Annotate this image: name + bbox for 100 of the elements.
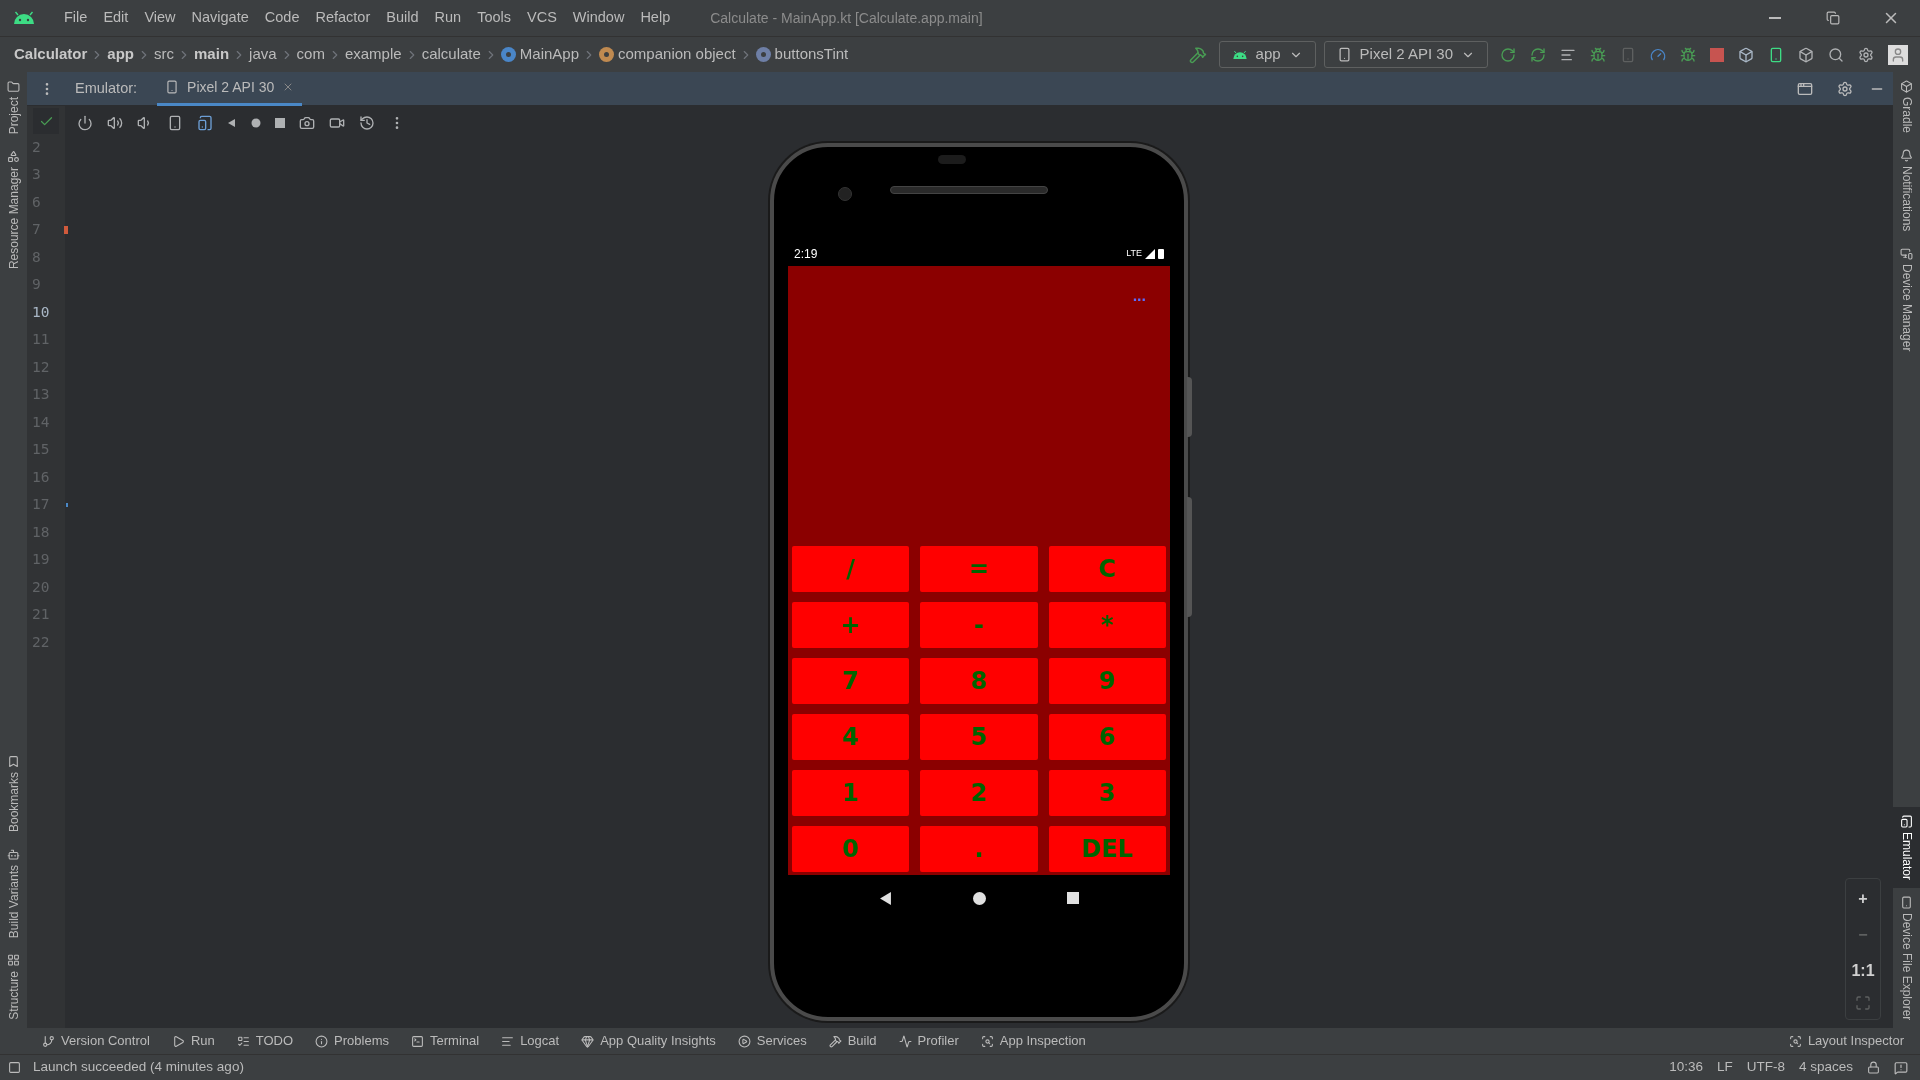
menu-item[interactable]: Help [632,7,679,29]
breadcrumb[interactable]: companion object [599,43,736,66]
status-message: Launch succeeded (4 minutes ago) [33,1058,244,1077]
tool-window-tab[interactable]: Notifications [1893,141,1920,240]
tool-window-tab[interactable]: Device Manager [1893,239,1920,360]
tool-window-button[interactable]: Profiler [898,1031,959,1051]
tool-window-tab[interactable]: Project [0,72,27,143]
devices-icon [1900,247,1913,261]
branch-icon [42,1034,55,1048]
tool-window-tab[interactable]: Gradle [1893,72,1920,142]
breadcrumb[interactable]: app [107,43,135,66]
error-marker [64,226,68,235]
tool-window-button[interactable]: Terminal [411,1031,480,1051]
earpiece-drawing [938,155,966,164]
tool-window-tab[interactable]: Build Variants [0,840,27,947]
search-icon[interactable] [1828,46,1844,63]
tool-window-tab[interactable]: Device File Explorer [1893,887,1920,1028]
home-icon[interactable] [251,118,261,128]
menu-item[interactable]: Edit [95,7,137,29]
menu-item[interactable]: Window [564,7,633,29]
back-icon[interactable] [878,891,892,905]
bug-icon[interactable] [1680,46,1696,63]
menu-item[interactable]: Navigate [183,7,257,29]
rerun-icon[interactable] [1500,46,1516,63]
zoom-button[interactable]: + [1858,887,1868,911]
tool-window-button[interactable]: Build [828,1031,877,1051]
settings-icon[interactable] [1837,80,1853,97]
class-icon [500,47,516,62]
terminal-icon [411,1034,424,1048]
bookmark-icon [7,755,20,769]
menu-item[interactable]: File [56,7,96,29]
tool-window-tab[interactable]: Structure [0,946,27,1028]
breadcrumb[interactable]: calculate [421,43,481,66]
window-title: Calculate - MainApp.kt [Calculate.app.main] [710,8,983,28]
device-icon[interactable] [1768,46,1784,63]
home-icon[interactable] [973,891,986,905]
tool-window-tab[interactable]: Resource Manager [0,142,27,278]
menu-item[interactable]: Code [256,7,308,29]
tool-window-button[interactable]: TODO [236,1031,294,1051]
lines-icon [501,1034,515,1048]
tool-window-tab[interactable]: Bookmarks [0,747,27,841]
settings-icon[interactable] [1858,46,1874,63]
avatar-icon[interactable] [1888,44,1908,65]
camera-icon[interactable] [299,115,315,131]
overview-icon[interactable] [1067,892,1080,904]
menu-item[interactable]: View [136,7,184,29]
tool-window-button[interactable]: App Inspection [980,1031,1086,1051]
breadcrumb[interactable]: java [249,43,277,66]
tool-window-tab[interactable]: Emulator [1893,806,1920,888]
hammer-icon[interactable] [1188,45,1207,64]
video-icon[interactable] [329,115,345,131]
menu-item[interactable]: VCS [519,7,565,29]
reset-icon[interactable] [359,115,375,131]
folder-icon [7,80,20,93]
breadcrumb[interactable]: buttonsTint [755,43,849,66]
power-icon[interactable] [77,115,93,131]
breadcrumb[interactable]: MainApp [500,43,580,66]
list-icon [236,1034,250,1048]
menu-item[interactable]: Run [426,7,470,29]
tool-window-button[interactable]: Layout Inspector [1788,1031,1904,1051]
tool-window-button[interactable]: App Quality Insights [581,1031,716,1051]
rotate-left-icon[interactable] [167,115,183,131]
status-item[interactable]: LF [1716,1057,1733,1078]
menu-item[interactable]: Tools [469,7,519,29]
package-icon[interactable] [1798,46,1814,63]
back-icon[interactable] [227,118,237,128]
panel-toggle-icon[interactable] [8,1061,21,1074]
tool-window-button[interactable]: Run [171,1031,215,1051]
volume-up-icon[interactable] [107,115,123,131]
play-icon [171,1034,185,1048]
breadcrumb[interactable]: src [154,43,175,66]
breadcrumb[interactable]: com [296,43,325,66]
device-tab[interactable]: Pixel 2 API 30 [157,71,303,106]
breadcrumb[interactable]: Calculator [14,43,88,66]
stop-icon[interactable] [1710,47,1724,62]
tool-window-button[interactable]: Version Control [42,1031,150,1051]
bug-icon[interactable] [1590,46,1606,63]
change-marker [66,503,68,508]
device-dropdown[interactable]: Pixel 2 API 30 [1323,41,1488,68]
lock-icon[interactable] [1867,1061,1880,1074]
phone-icon [1900,895,1913,909]
tool-window-button[interactable]: Problems [315,1031,389,1051]
apply-changes-icon[interactable] [1530,46,1546,63]
zoom-button[interactable]: 1:1 [1851,959,1875,983]
status-item[interactable]: 10:36 [1669,1057,1703,1078]
grid-icon [7,954,20,968]
menu-item[interactable]: Refactor [307,7,379,29]
breadcrumb[interactable]: main [194,43,230,66]
info-icon [315,1034,329,1048]
tool-window-button[interactable]: Services [737,1031,807,1051]
rotate-right-icon[interactable] [197,115,213,131]
gauge-icon[interactable] [1650,46,1666,63]
run-configuration-dropdown[interactable]: app [1218,41,1316,68]
breadcrumb[interactable]: example [344,43,402,66]
status-item[interactable]: 4 spaces [1798,1057,1853,1078]
window-icon[interactable] [1797,80,1813,97]
tool-window-button[interactable]: Logcat [501,1031,560,1051]
menu-item[interactable]: Build [378,7,427,29]
status-item[interactable]: UTF-8 [1746,1057,1785,1078]
notification-icon[interactable] [1894,1060,1908,1075]
